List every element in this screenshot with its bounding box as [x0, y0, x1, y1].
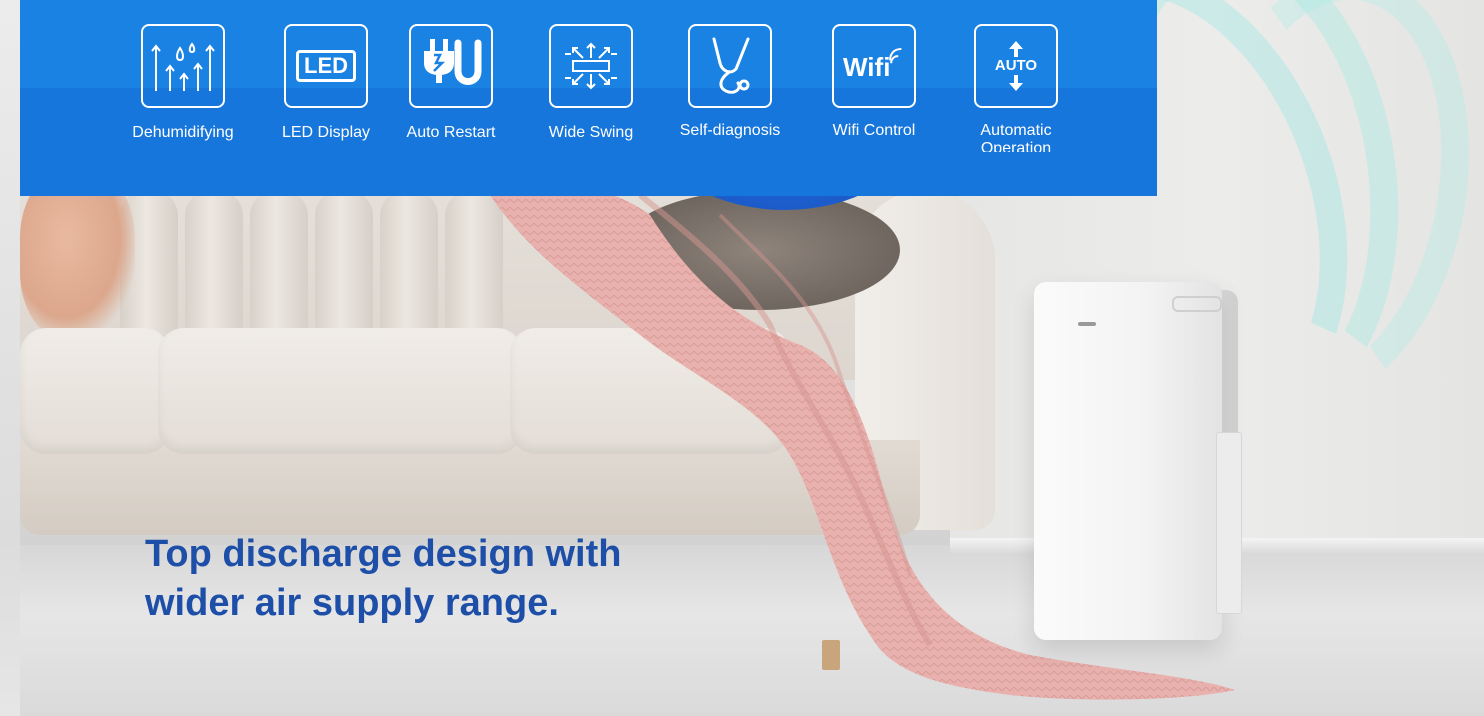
dehumidifier-handle	[1172, 296, 1222, 312]
feature-self-diagnosis: Self-diagnosis	[665, 24, 795, 152]
led-display-icon: LED	[284, 24, 368, 108]
feature-label: Dehumidifying	[132, 124, 234, 141]
feature-auto-restart: Auto Restart	[386, 24, 516, 154]
stethoscope-icon	[688, 24, 772, 108]
feature-wifi-control: Wifi Wifi Control	[809, 24, 939, 152]
auto-operation-icon: AUTO	[974, 24, 1058, 108]
headline: Top discharge design with wider air supp…	[145, 533, 622, 624]
sofa-channel	[315, 190, 373, 350]
wifi-icon: Wifi	[832, 24, 916, 108]
feature-label: Auto Restart	[406, 124, 496, 141]
page-left-edge	[0, 0, 20, 716]
wide-swing-icon	[549, 24, 633, 108]
sofa-channel	[185, 190, 243, 350]
sofa-channel	[250, 190, 308, 350]
feature-label: Wifi Control	[832, 122, 916, 139]
dehumidifier-logo	[1078, 322, 1096, 326]
dehumidifier-water-tank	[1216, 432, 1242, 614]
plug-restart-icon	[409, 24, 493, 108]
feature-label: Wide Swing	[548, 124, 634, 141]
feature-dehumidifying: Dehumidifying	[118, 24, 248, 154]
auto-icon-text: AUTO	[994, 57, 1038, 74]
feature-wide-swing: Wide Swing	[526, 24, 656, 154]
feature-led-display: LED LED Display	[261, 24, 391, 154]
wifi-icon-text: Wifi	[843, 52, 891, 82]
dehumidifier-unit	[1034, 282, 1222, 640]
feature-label: LED Display	[281, 124, 371, 141]
led-icon-text: LED	[296, 50, 356, 82]
sofa-channel	[380, 190, 438, 350]
feature-label: Automatic Operation	[980, 122, 1052, 152]
feature-automatic-operation: AUTO Automatic Operation	[951, 24, 1081, 152]
feature-label: Self-diagnosis	[679, 122, 781, 139]
sofa-cushion	[158, 328, 523, 454]
dehumidify-drops-icon	[141, 24, 225, 108]
sofa-cushion	[20, 328, 170, 454]
